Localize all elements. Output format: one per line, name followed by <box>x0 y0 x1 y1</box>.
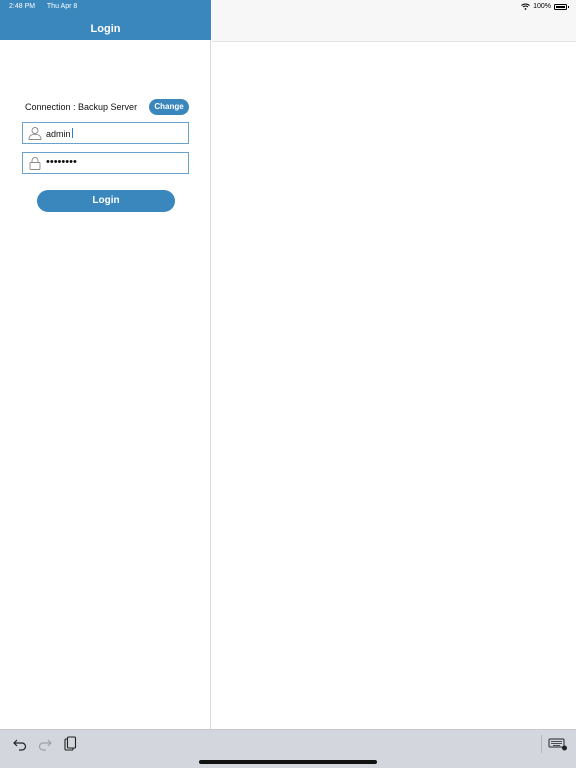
connection-row: Connection : Backup Server Change <box>0 99 211 116</box>
screen: 2:48 PM Thu Apr 8 Login Connection : Bac… <box>0 0 576 768</box>
password-field[interactable]: •••••••• <box>22 152 189 174</box>
change-server-button[interactable]: Change <box>149 99 189 115</box>
user-icon <box>28 127 42 140</box>
connection-label: Connection : Backup Server <box>25 102 138 112</box>
home-indicator <box>199 760 377 764</box>
page-title: Login <box>90 23 121 35</box>
redo-icon[interactable] <box>37 736 53 752</box>
wifi-icon <box>521 3 530 10</box>
paste-icon[interactable] <box>62 736 78 752</box>
status-bar-right: 100% <box>521 3 569 10</box>
login-button[interactable]: Login <box>37 190 175 212</box>
lock-icon <box>29 157 41 170</box>
username-value: admin <box>46 128 73 139</box>
password-value: •••••••• <box>46 156 77 168</box>
master-pane: 2:48 PM Thu Apr 8 Login Connection : Bac… <box>0 0 211 729</box>
undo-icon[interactable] <box>12 736 28 752</box>
status-date: Thu Apr 8 <box>46 3 78 10</box>
keyboard-icon[interactable] <box>548 736 568 752</box>
text-caret <box>71 128 73 138</box>
battery-icon <box>554 3 569 10</box>
battery-percent: 100% <box>533 3 551 10</box>
status-time: 2:48 PM <box>9 3 36 10</box>
status-bar-left: 2:48 PM Thu Apr 8 <box>9 3 87 10</box>
detail-header: 100% <box>212 0 576 42</box>
username-field[interactable]: admin <box>22 122 189 144</box>
nav-bar: 2:48 PM Thu Apr 8 Login <box>0 0 211 40</box>
bar-divider <box>541 735 542 753</box>
